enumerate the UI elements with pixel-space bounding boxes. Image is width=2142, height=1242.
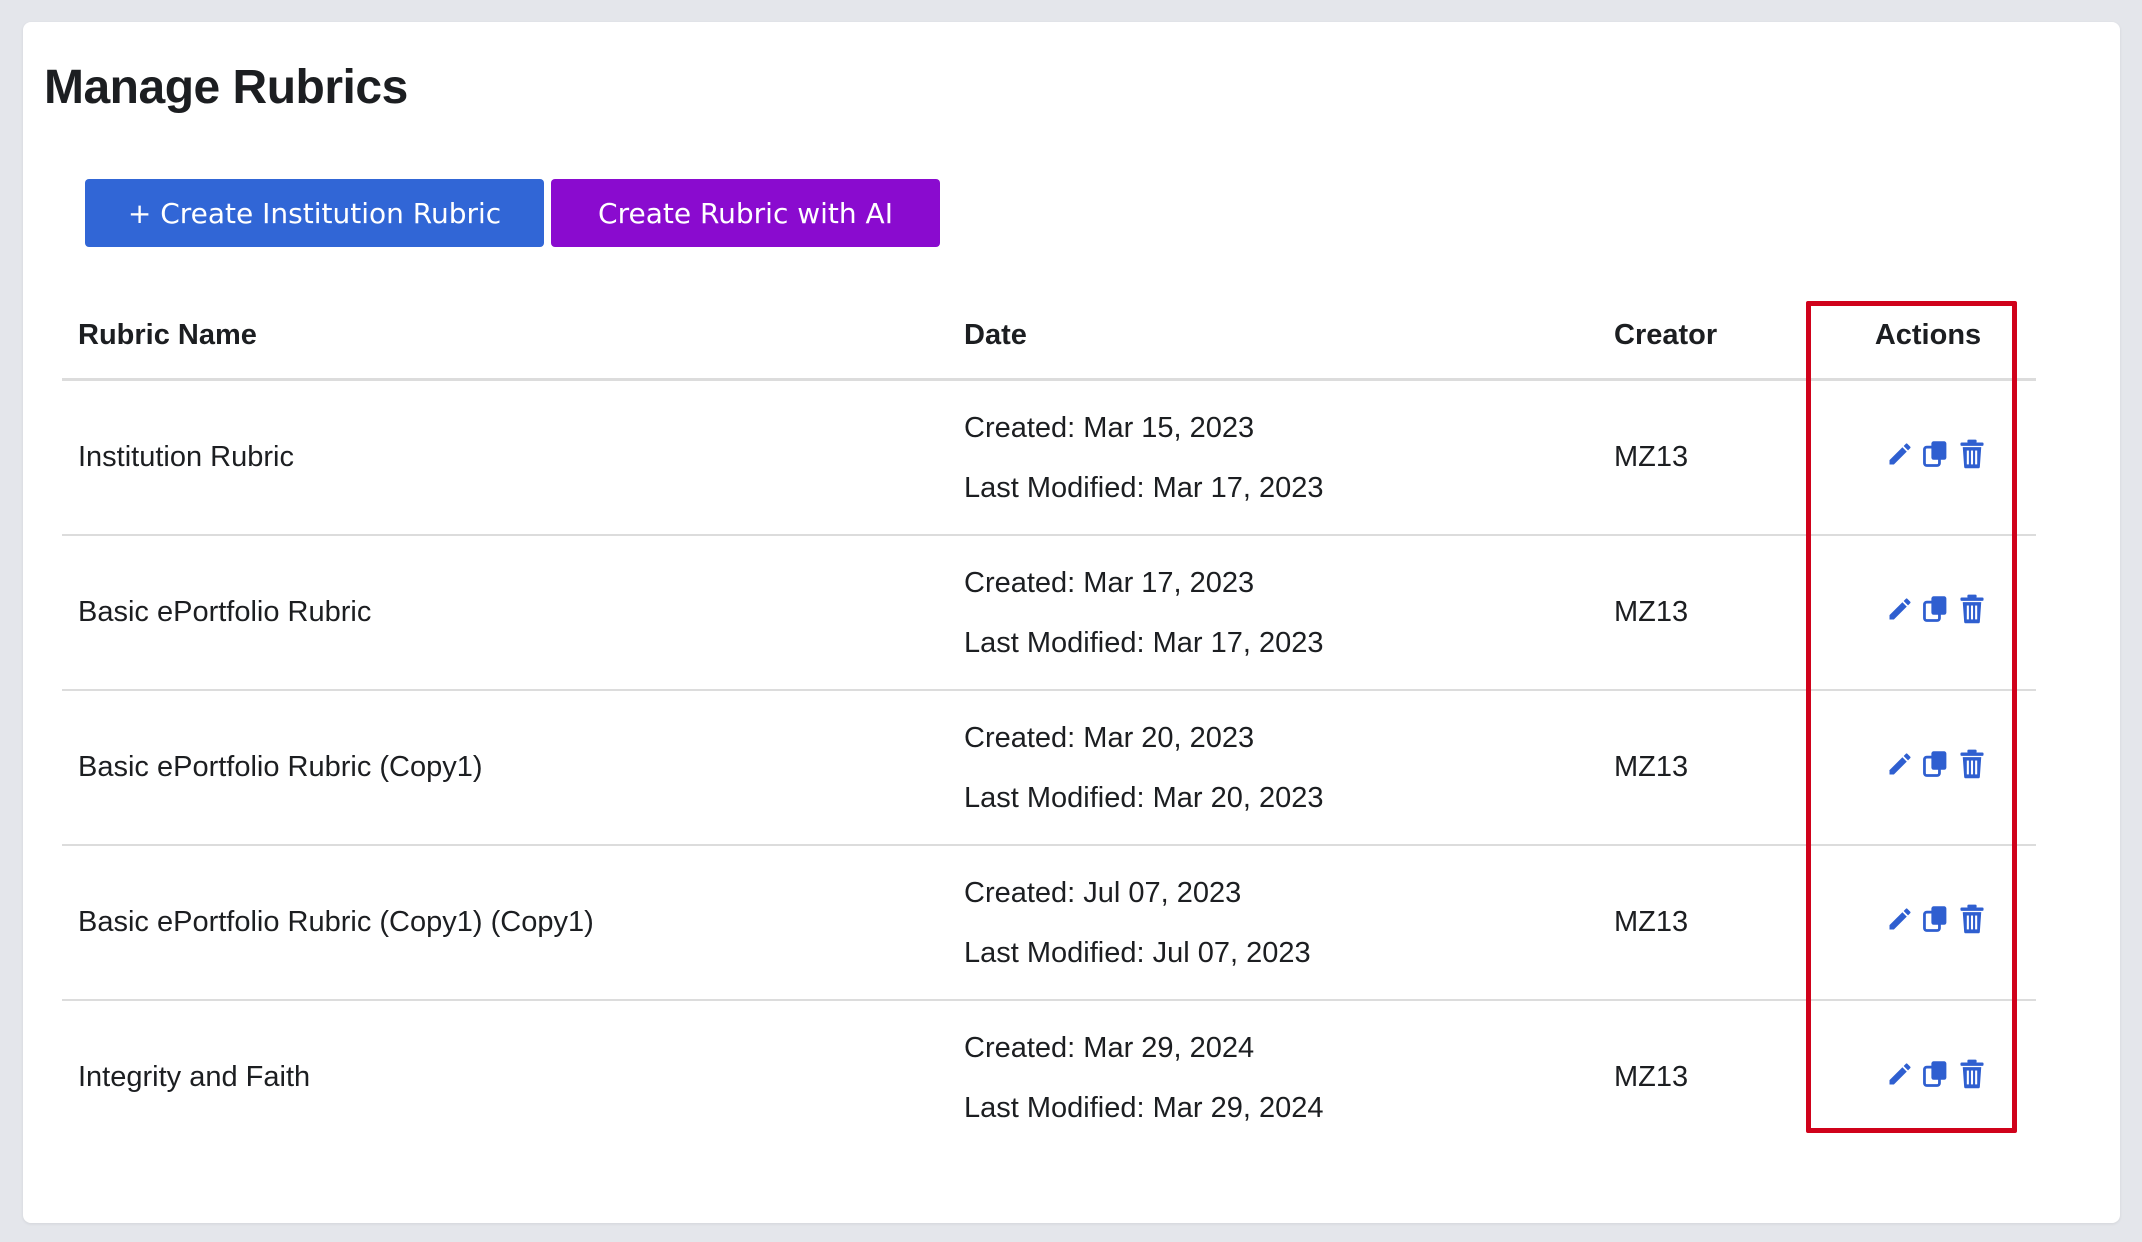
date-cell: Created: Mar 17, 2023 Last Modified: Mar… xyxy=(948,535,1598,691)
row-actions xyxy=(1886,749,1986,779)
row-actions xyxy=(1886,1059,1986,1089)
pencil-icon[interactable] xyxy=(1886,594,1914,624)
copy-icon[interactable] xyxy=(1922,749,1950,779)
date-cell: Created: Mar 15, 2023 Last Modified: Mar… xyxy=(948,379,1598,536)
actions-cell xyxy=(1820,1000,2036,1154)
table-row: Institution Rubric Created: Mar 15, 2023… xyxy=(62,379,2036,536)
trash-icon[interactable] xyxy=(1958,904,1986,934)
created-date: Created: Mar 15, 2023 xyxy=(964,411,1255,444)
table-row: Basic ePortfolio Rubric (Copy1) Created:… xyxy=(62,690,2036,846)
date-cell: Created: Jul 07, 2023 Last Modified: Jul… xyxy=(948,845,1598,1001)
copy-icon[interactable] xyxy=(1922,594,1950,624)
actions-cell xyxy=(1820,845,2036,1001)
rubric-name[interactable]: Integrity and Faith xyxy=(62,1000,948,1154)
actions-cell xyxy=(1820,690,2036,846)
row-actions xyxy=(1886,904,1986,934)
trash-icon[interactable] xyxy=(1958,1059,1986,1089)
pencil-icon[interactable] xyxy=(1886,904,1914,934)
column-header-actions: Actions xyxy=(1820,293,2036,381)
row-actions xyxy=(1886,439,1986,469)
date-cell: Created: Mar 29, 2024 Last Modified: Mar… xyxy=(948,1000,1598,1154)
table-header-row: Rubric Name Date Creator Actions xyxy=(62,293,2036,381)
copy-icon[interactable] xyxy=(1922,439,1950,469)
table-row: Basic ePortfolio Rubric (Copy1) (Copy1) … xyxy=(62,845,2036,1001)
trash-icon[interactable] xyxy=(1958,594,1986,624)
creator: MZ13 xyxy=(1598,379,1820,536)
column-header-date[interactable]: Date xyxy=(948,293,1598,381)
rubrics-table: Rubric Name Date Creator Actions Institu… xyxy=(62,293,2036,1154)
created-date: Created: Mar 17, 2023 xyxy=(964,566,1255,599)
rubric-name[interactable]: Institution Rubric xyxy=(62,379,948,536)
creator: MZ13 xyxy=(1598,845,1820,1001)
last-modified-date: Last Modified: Mar 17, 2023 xyxy=(964,471,1324,504)
pencil-icon[interactable] xyxy=(1886,439,1914,469)
last-modified-date: Last Modified: Mar 20, 2023 xyxy=(964,781,1324,814)
pencil-icon[interactable] xyxy=(1886,1059,1914,1089)
created-date: Created: Mar 29, 2024 xyxy=(964,1031,1255,1064)
created-date: Created: Mar 20, 2023 xyxy=(964,721,1255,754)
page-title: Manage Rubrics xyxy=(44,61,408,114)
created-date: Created: Jul 07, 2023 xyxy=(964,876,1242,909)
copy-icon[interactable] xyxy=(1922,1059,1950,1089)
last-modified-date: Last Modified: Mar 29, 2024 xyxy=(964,1091,1324,1124)
last-modified-date: Last Modified: Jul 07, 2023 xyxy=(964,936,1311,969)
rubric-name[interactable]: Basic ePortfolio Rubric (Copy1) xyxy=(62,690,948,846)
column-header-rubric-name[interactable]: Rubric Name xyxy=(62,293,948,381)
column-header-creator[interactable]: Creator xyxy=(1598,293,1820,381)
rubric-name[interactable]: Basic ePortfolio Rubric (Copy1) (Copy1) xyxy=(62,845,948,1001)
trash-icon[interactable] xyxy=(1958,439,1986,469)
creator: MZ13 xyxy=(1598,535,1820,691)
create-institution-rubric-button[interactable]: + Create Institution Rubric xyxy=(85,179,544,247)
creator: MZ13 xyxy=(1614,1061,1689,1093)
trash-icon[interactable] xyxy=(1958,749,1986,779)
pencil-icon[interactable] xyxy=(1886,749,1914,779)
actions-cell xyxy=(1820,379,2036,536)
table-row: Integrity and Faith Created: Mar 29, 202… xyxy=(62,1000,2036,1154)
table-row: Basic ePortfolio Rubric Created: Mar 17,… xyxy=(62,535,2036,691)
rubric-name[interactable]: Basic ePortfolio Rubric xyxy=(62,535,948,691)
row-actions xyxy=(1886,594,1986,624)
date-cell: Created: Mar 20, 2023 Last Modified: Mar… xyxy=(948,690,1598,846)
actions-cell xyxy=(1820,535,2036,691)
last-modified-date: Last Modified: Mar 17, 2023 xyxy=(964,626,1324,659)
copy-icon[interactable] xyxy=(1922,904,1950,934)
create-rubric-with-ai-button[interactable]: Create Rubric with AI xyxy=(551,179,940,247)
creator: MZ13 xyxy=(1598,690,1820,846)
